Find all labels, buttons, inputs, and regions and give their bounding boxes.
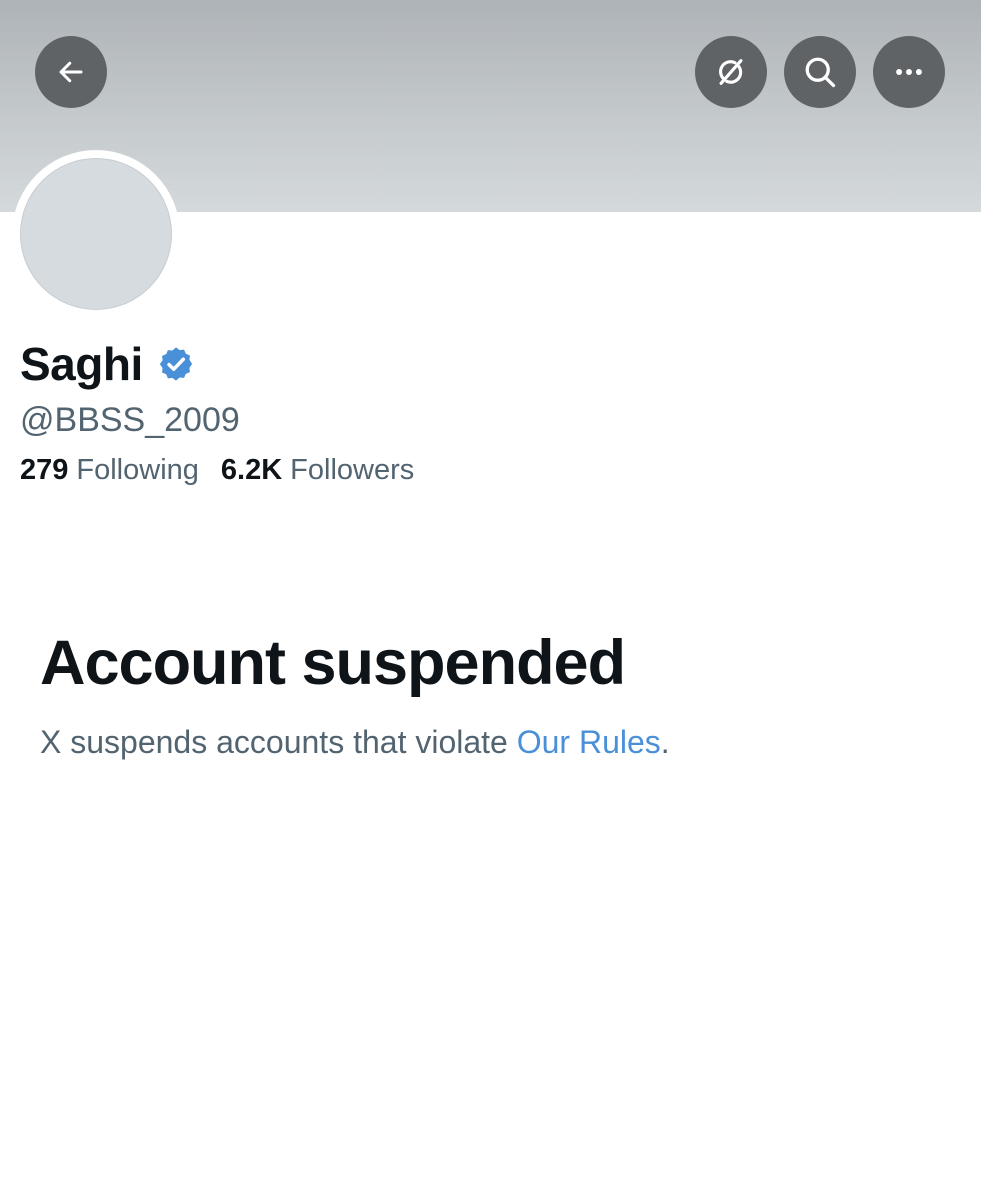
user-handle: @BBSS_2009 bbox=[20, 401, 240, 439]
no-translate-icon bbox=[714, 55, 748, 89]
following-count: 279 bbox=[20, 453, 69, 486]
verified-badge-icon[interactable] bbox=[157, 345, 195, 383]
suspension-title: Account suspended bbox=[40, 628, 626, 698]
followers-stat[interactable]: 6.2K Followers bbox=[221, 454, 414, 487]
following-stat[interactable]: 279 Following bbox=[20, 454, 199, 487]
search-icon bbox=[802, 54, 838, 90]
search-button[interactable] bbox=[784, 36, 856, 108]
translate-button[interactable] bbox=[695, 36, 767, 108]
follow-stats: 279 Following 6.2K Followers bbox=[20, 450, 414, 490]
profile-page: Saghi @BBSS_2009 279 Following 6.2K Foll… bbox=[0, 0, 981, 1200]
display-name: Saghi bbox=[20, 338, 143, 390]
followers-label: Followers bbox=[290, 453, 415, 486]
more-options-button[interactable] bbox=[873, 36, 945, 108]
following-label: Following bbox=[76, 453, 199, 486]
our-rules-link[interactable]: Our Rules bbox=[517, 724, 661, 760]
followers-count: 6.2K bbox=[220, 453, 283, 486]
avatar[interactable] bbox=[20, 158, 172, 310]
name-row: Saghi bbox=[20, 334, 195, 394]
more-horizontal-icon bbox=[892, 55, 926, 89]
suspension-message: X suspends accounts that violate Our Rul… bbox=[40, 720, 670, 764]
arrow-left-icon bbox=[56, 57, 86, 87]
suspension-message-text: X suspends accounts that violate bbox=[40, 724, 517, 760]
suspension-message-period: . bbox=[660, 724, 670, 760]
back-button[interactable] bbox=[35, 36, 107, 108]
avatar-frame bbox=[12, 150, 180, 318]
